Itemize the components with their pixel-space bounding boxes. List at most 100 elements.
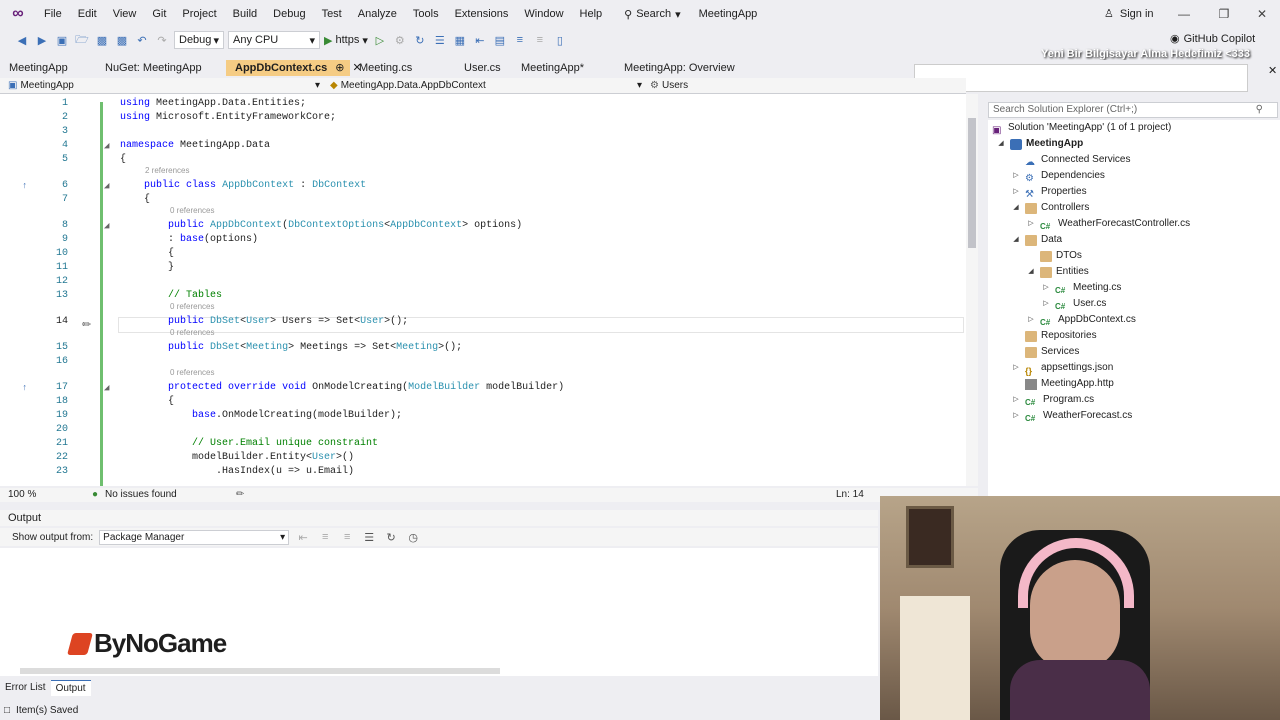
code-editor[interactable]: 1 using MeetingApp.Data.Entities; 2 using M… <box>0 94 966 486</box>
forward-icon[interactable]: ▶ <box>34 32 50 48</box>
expand-toggle-icon[interactable]: ▷ <box>1026 312 1036 328</box>
menu-item-project[interactable]: Project <box>174 0 224 28</box>
tree-item[interactable]: ▷ {} appsettings.json <box>1011 360 1113 376</box>
quick-actions-brush-icon[interactable]: ✏ <box>82 318 91 331</box>
tree-item[interactable]: ◢ MeetingApp <box>996 136 1083 152</box>
document-tab[interactable]: MeetingApp <box>0 60 96 76</box>
code-line[interactable]: 12 <box>0 275 966 289</box>
expand-toggle-icon[interactable]: ▷ <box>1011 360 1021 376</box>
close-window-button[interactable]: ✕ <box>1242 0 1280 28</box>
code-line[interactable]: 10 { <box>0 247 966 261</box>
search-menu[interactable]: ⚲ Search ▾ <box>616 8 688 21</box>
code-line[interactable]: 16 <box>0 355 966 369</box>
override-glyph-icon[interactable]: ↑ <box>22 381 34 393</box>
expand-toggle-icon[interactable]: ▷ <box>1011 184 1021 200</box>
fold-toggle-icon[interactable]: ◢ <box>104 219 109 233</box>
bottom-tab-output[interactable]: Output <box>50 680 91 696</box>
code-line[interactable]: 3 <box>0 125 966 139</box>
menu-item-window[interactable]: Window <box>516 0 571 28</box>
menu-item-build[interactable]: Build <box>225 0 265 28</box>
member-dropdown[interactable]: ⚙ Users <box>650 79 960 93</box>
expand-toggle-icon[interactable]: ◢ <box>1011 200 1021 216</box>
hot-reload-icon[interactable]: ⚙ <box>392 32 408 48</box>
code-line[interactable]: 19 base.OnModelCreating(modelBuilder); <box>0 409 966 423</box>
menu-item-help[interactable]: Help <box>572 0 611 28</box>
code-line[interactable]: 22 modelBuilder.Entity<User>() <box>0 451 966 465</box>
code-line[interactable]: 4 namespace MeetingApp.Data ◢ <box>0 139 966 153</box>
step-icon[interactable]: ⇤ <box>472 32 488 48</box>
outdent-icon[interactable]: ≡ <box>532 32 548 48</box>
fold-toggle-icon[interactable]: ◢ <box>104 139 109 153</box>
comment-icon[interactable]: ▤ <box>492 32 508 48</box>
tree-item[interactable]: ☁ Connected Services <box>1011 152 1131 168</box>
menu-item-analyze[interactable]: Analyze <box>350 0 405 28</box>
tree-item[interactable]: Services <box>1011 344 1079 360</box>
code-line[interactable]: 13 // Tables <box>0 289 966 303</box>
document-tab[interactable]: NuGet: MeetingApp <box>96 60 226 76</box>
zoom-level[interactable]: 100 % <box>8 488 36 502</box>
document-tab[interactable]: Meeting.cs <box>350 60 455 76</box>
redo-icon[interactable]: ↷ <box>154 32 170 48</box>
scroll-thumb[interactable] <box>968 118 976 248</box>
bookmark-icon[interactable]: ▯ <box>552 32 568 48</box>
code-line[interactable]: 14 public DbSet<User> Users => Set<User>… <box>0 315 966 329</box>
codelens-references[interactable]: 2 references <box>145 166 189 176</box>
bottom-tab-error-list[interactable]: Error List <box>0 680 51 696</box>
find-message-icon[interactable]: ⇤ <box>295 529 311 545</box>
code-line[interactable]: 5{ <box>0 153 966 167</box>
tree-item[interactable]: ▷ ⚙ Dependencies <box>1011 168 1105 184</box>
maximize-button[interactable]: ❐ <box>1204 0 1244 28</box>
document-tab[interactable]: MeetingApp: Overview <box>615 60 755 76</box>
expand-toggle-icon[interactable]: ▷ <box>1026 216 1036 232</box>
tree-item[interactable]: ◢ Data <box>1011 232 1062 248</box>
back-icon[interactable]: ◀ <box>14 32 30 48</box>
layout-icon[interactable]: ▦ <box>452 32 468 48</box>
tree-item[interactable]: ▷ C# User.cs <box>1041 296 1106 312</box>
code-line[interactable]: 1 using MeetingApp.Data.Entities; <box>0 97 966 111</box>
next-message-icon[interactable]: ≡ <box>339 529 355 545</box>
expand-toggle-icon[interactable]: ◢ <box>996 136 1006 152</box>
platform-select[interactable]: Any CPU ▾ <box>228 31 320 49</box>
tree-item[interactable]: ◢ Entities <box>1026 264 1089 280</box>
menu-item-tools[interactable]: Tools <box>405 0 447 28</box>
start-without-debugging-icon[interactable]: ▷ <box>372 32 388 48</box>
project-dropdown[interactable]: ▣ MeetingApp ▾ <box>8 79 320 93</box>
document-tab[interactable]: AppDbContext.cs ⊕ ✕ <box>226 60 362 76</box>
codelens-references[interactable]: 0 references <box>170 206 214 216</box>
clear-all-icon[interactable]: ☰ <box>361 529 377 545</box>
refresh-icon[interactable]: ↻ <box>412 32 428 48</box>
code-line[interactable]: 15 public DbSet<Meeting> Meetings => Set… <box>0 341 966 355</box>
open-folder-icon[interactable]: 🗁 <box>74 32 90 48</box>
code-line[interactable]: 2 using Microsoft.EntityFrameworkCore; <box>0 111 966 125</box>
menu-item-view[interactable]: View <box>105 0 145 28</box>
issues-status[interactable]: No issues found <box>105 488 177 502</box>
codelens-references[interactable]: 0 references <box>170 302 214 312</box>
code-line[interactable]: 6 public class AppDbContext : DbContext ◢… <box>0 179 966 193</box>
github-copilot-button[interactable]: ◉ GitHub Copilot <box>1170 32 1255 46</box>
close-icon[interactable]: ✕ <box>1268 64 1277 77</box>
expand-toggle-icon[interactable]: ◢ <box>1026 264 1036 280</box>
document-tab[interactable]: User.cs <box>455 60 512 76</box>
undo-icon[interactable]: ↶ <box>134 32 150 48</box>
output-source-select[interactable]: Package Manager ▾ <box>99 529 290 545</box>
code-line[interactable]: 8 public AppDbContext(DbContextOptions<A… <box>0 219 966 233</box>
type-dropdown[interactable]: ◆ MeetingApp.Data.AppDbContext ▾ <box>330 79 642 93</box>
expand-toggle-icon[interactable]: ▷ <box>1011 408 1021 424</box>
output-body[interactable]: ByNoGame <box>0 548 878 676</box>
fold-toggle-icon[interactable]: ◢ <box>104 179 109 193</box>
tree-item[interactable]: ▷ C# AppDbContext.cs <box>1026 312 1136 328</box>
output-horizontal-scrollbar[interactable] <box>20 668 500 674</box>
word-wrap-icon[interactable]: ↻ <box>383 529 399 545</box>
run-button[interactable]: ▶ https ▾ <box>324 34 368 47</box>
menu-item-edit[interactable]: Edit <box>70 0 105 28</box>
tree-item[interactable]: ▷ C# WeatherForecast.cs <box>1011 408 1132 424</box>
tree-item[interactable]: ▷ C# WeatherForecastController.cs <box>1026 216 1190 232</box>
browser-link-icon[interactable]: ☰ <box>432 32 448 48</box>
expand-toggle-icon[interactable]: ▷ <box>1041 296 1051 312</box>
editor-vertical-scrollbar[interactable] <box>966 94 978 486</box>
tree-item[interactable]: ◢ Controllers <box>1011 200 1089 216</box>
override-glyph-icon[interactable]: ↑ <box>22 179 34 191</box>
code-line[interactable]: 9 : base(options) <box>0 233 966 247</box>
pin-icon[interactable]: ⊕ <box>335 62 344 74</box>
menu-item-git[interactable]: Git <box>144 0 174 28</box>
